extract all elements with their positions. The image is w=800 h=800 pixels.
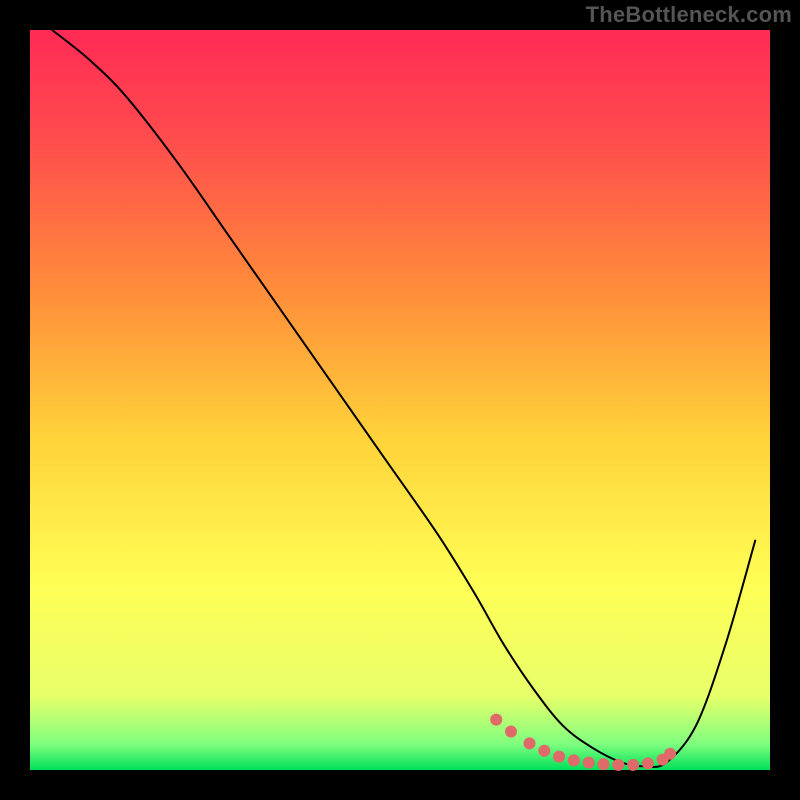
chart-svg bbox=[0, 0, 800, 800]
marker-dot bbox=[583, 757, 595, 769]
marker-dot bbox=[598, 758, 610, 770]
watermark-text: TheBottleneck.com bbox=[586, 2, 792, 28]
marker-dot bbox=[490, 714, 502, 726]
marker-dot bbox=[505, 726, 517, 738]
marker-dot bbox=[553, 751, 565, 763]
marker-dot bbox=[538, 745, 550, 757]
marker-dot bbox=[642, 757, 654, 769]
marker-dot bbox=[524, 737, 536, 749]
plot-background bbox=[30, 30, 770, 770]
marker-dot bbox=[612, 759, 624, 771]
marker-dot bbox=[664, 748, 676, 760]
bottleneck-chart: TheBottleneck.com bbox=[0, 0, 800, 800]
marker-dot bbox=[568, 754, 580, 766]
marker-dot bbox=[627, 759, 639, 771]
